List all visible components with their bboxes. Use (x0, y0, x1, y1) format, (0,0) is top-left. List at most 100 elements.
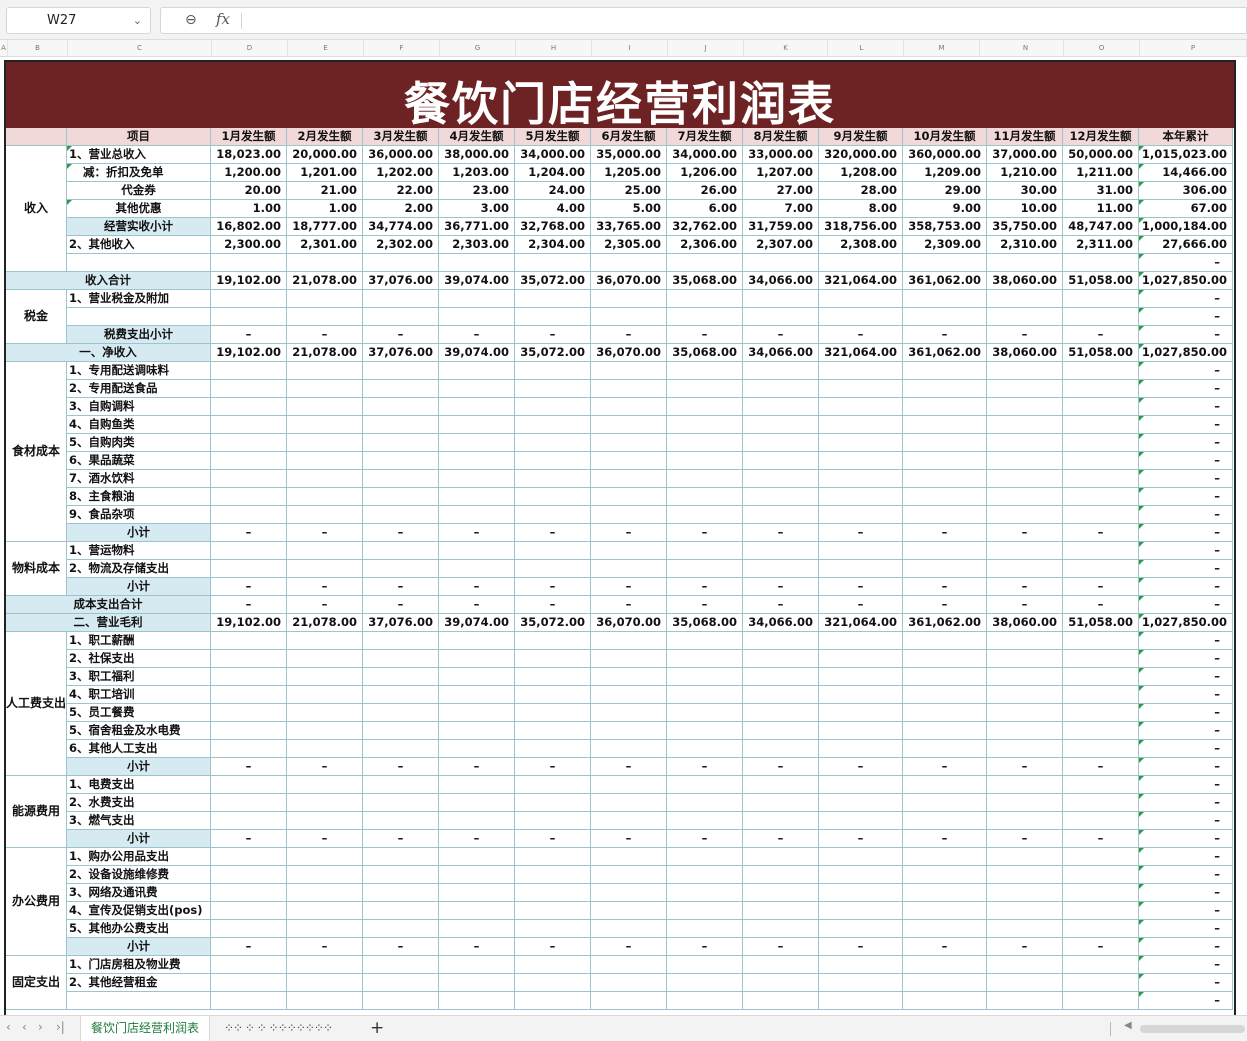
value-cell[interactable] (591, 290, 667, 308)
value-cell[interactable]: – (667, 758, 743, 776)
value-cell[interactable]: 1,202.00 (363, 164, 439, 182)
value-cell[interactable]: – (743, 758, 819, 776)
value-cell[interactable] (667, 884, 743, 902)
value-cell[interactable] (363, 470, 439, 488)
value-cell[interactable] (591, 974, 667, 992)
value-cell[interactable]: 321,064.00 (819, 344, 903, 362)
value-cell[interactable] (819, 992, 903, 1010)
value-cell[interactable] (211, 812, 287, 830)
value-cell[interactable] (987, 434, 1063, 452)
value-cell[interactable] (819, 848, 903, 866)
total-cell[interactable]: – (1139, 866, 1233, 884)
value-cell[interactable] (515, 992, 591, 1010)
value-cell[interactable]: 28.00 (819, 182, 903, 200)
value-cell[interactable]: 361,062.00 (903, 272, 987, 290)
value-cell[interactable] (439, 992, 515, 1010)
value-cell[interactable]: 27.00 (743, 182, 819, 200)
value-cell[interactable] (363, 974, 439, 992)
total-cell[interactable]: – (1139, 902, 1233, 920)
row-label[interactable]: 减：折扣及免单 (67, 164, 211, 182)
value-cell[interactable] (591, 254, 667, 272)
value-cell[interactable] (515, 902, 591, 920)
value-cell[interactable] (987, 956, 1063, 974)
value-cell[interactable] (515, 722, 591, 740)
value-cell[interactable] (439, 362, 515, 380)
value-cell[interactable] (211, 308, 287, 326)
value-cell[interactable] (439, 290, 515, 308)
value-cell[interactable]: 360,000.00 (903, 146, 987, 164)
value-cell[interactable] (903, 704, 987, 722)
value-cell[interactable]: 1,205.00 (591, 164, 667, 182)
value-cell[interactable] (903, 362, 987, 380)
value-cell[interactable] (515, 506, 591, 524)
value-cell[interactable] (819, 506, 903, 524)
value-cell[interactable]: 1.00 (211, 200, 287, 218)
value-cell[interactable] (903, 686, 987, 704)
value-cell[interactable] (439, 632, 515, 650)
header-month[interactable]: 5月发生额 (515, 128, 591, 146)
value-cell[interactable] (819, 416, 903, 434)
category-cell[interactable]: 税金 (6, 290, 67, 344)
value-cell[interactable] (1063, 416, 1139, 434)
value-cell[interactable] (667, 452, 743, 470)
value-cell[interactable] (743, 650, 819, 668)
row-label[interactable]: 4、职工培训 (67, 686, 211, 704)
row-label[interactable]: 小计 (67, 830, 211, 848)
value-cell[interactable]: – (667, 830, 743, 848)
value-cell[interactable] (743, 668, 819, 686)
value-cell[interactable] (211, 686, 287, 704)
value-cell[interactable] (515, 794, 591, 812)
value-cell[interactable] (287, 740, 363, 758)
value-cell[interactable]: 35,750.00 (987, 218, 1063, 236)
value-cell[interactable]: – (287, 524, 363, 542)
value-cell[interactable] (667, 668, 743, 686)
value-cell[interactable]: 25.00 (591, 182, 667, 200)
value-cell[interactable] (211, 470, 287, 488)
row-label[interactable]: 2、专用配送食品 (67, 380, 211, 398)
value-cell[interactable]: 1,207.00 (743, 164, 819, 182)
row-label[interactable] (67, 254, 211, 272)
value-cell[interactable]: 21,078.00 (287, 272, 363, 290)
row-label[interactable]: 成本支出合计 (6, 596, 211, 614)
value-cell[interactable] (743, 362, 819, 380)
total-cell[interactable]: – (1139, 254, 1233, 272)
value-cell[interactable] (743, 398, 819, 416)
value-cell[interactable] (363, 434, 439, 452)
value-cell[interactable]: – (211, 578, 287, 596)
value-cell[interactable] (287, 668, 363, 686)
value-cell[interactable] (211, 632, 287, 650)
total-cell[interactable]: – (1139, 308, 1233, 326)
value-cell[interactable] (743, 848, 819, 866)
value-cell[interactable] (287, 452, 363, 470)
value-cell[interactable]: – (667, 326, 743, 344)
value-cell[interactable] (987, 542, 1063, 560)
value-cell[interactable]: – (287, 326, 363, 344)
value-cell[interactable] (819, 632, 903, 650)
row-label[interactable]: 代金券 (67, 182, 211, 200)
value-cell[interactable] (287, 794, 363, 812)
value-cell[interactable]: – (439, 758, 515, 776)
column-header[interactable]: N (988, 40, 1064, 57)
value-cell[interactable]: 9.00 (903, 200, 987, 218)
value-cell[interactable] (1063, 704, 1139, 722)
value-cell[interactable]: – (903, 578, 987, 596)
value-cell[interactable]: – (987, 758, 1063, 776)
total-cell[interactable]: – (1139, 578, 1233, 596)
total-cell[interactable]: – (1139, 740, 1233, 758)
value-cell[interactable] (439, 722, 515, 740)
value-cell[interactable] (515, 740, 591, 758)
value-cell[interactable] (439, 794, 515, 812)
value-cell[interactable] (743, 812, 819, 830)
total-cell[interactable]: 27,666.00 (1139, 236, 1233, 254)
row-label[interactable]: 4、自购鱼类 (67, 416, 211, 434)
value-cell[interactable] (819, 380, 903, 398)
value-cell[interactable] (667, 560, 743, 578)
total-cell[interactable]: 306.00 (1139, 182, 1233, 200)
value-cell[interactable] (1063, 560, 1139, 578)
value-cell[interactable]: 29.00 (903, 182, 987, 200)
value-cell[interactable]: – (987, 326, 1063, 344)
value-cell[interactable] (987, 776, 1063, 794)
value-cell[interactable] (903, 542, 987, 560)
header-cell[interactable] (6, 128, 67, 146)
value-cell[interactable]: – (903, 524, 987, 542)
